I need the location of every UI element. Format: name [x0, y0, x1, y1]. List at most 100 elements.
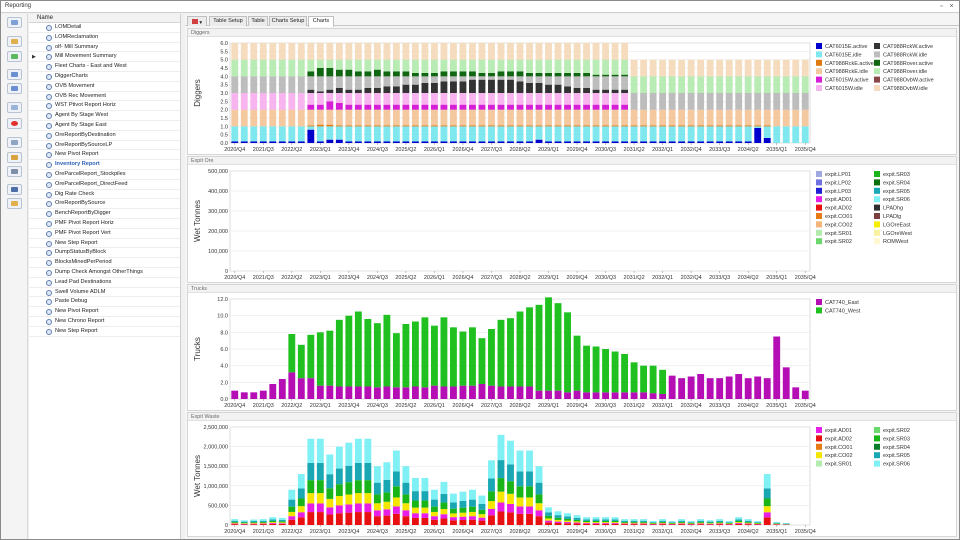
- bar-segment: [592, 517, 600, 520]
- bar-segment: [678, 59, 686, 77]
- tab-table-setup[interactable]: Table Setup: [209, 16, 247, 26]
- bar-segment: [354, 43, 362, 60]
- report-item[interactable]: Dump Check Amongst OtherThings: [29, 268, 180, 278]
- bar-segment: [611, 43, 619, 60]
- tab-charts[interactable]: Charts: [308, 16, 334, 27]
- report-item[interactable]: Fleet Charts - East and West: [29, 62, 180, 72]
- bar-segment: [354, 462, 362, 481]
- report-icon: [46, 93, 52, 100]
- bar-segment: [792, 126, 800, 143]
- report-item[interactable]: Lead Pad Destinations: [29, 278, 180, 288]
- report-item[interactable]: New Chrono Report: [29, 317, 180, 327]
- report-item[interactable]: WST Ptivot Report Horiz: [29, 101, 180, 112]
- bar-segment: [535, 390, 543, 399]
- report-item[interactable]: LOMReclamation: [29, 33, 180, 43]
- bar-segment: [459, 43, 467, 60]
- bar-segment: [459, 520, 467, 525]
- bar-segment: [621, 520, 629, 522]
- bar-segment: [735, 517, 743, 520]
- report-item[interactable]: Paste Debug: [29, 297, 180, 308]
- report-item[interactable]: New Step Report: [29, 239, 180, 249]
- report-item[interactable]: New Pivot Report: [29, 150, 180, 161]
- report-item[interactable]: OreReportByDestination: [29, 131, 180, 141]
- bar-segment: [659, 521, 667, 523]
- bar-segment: [744, 93, 752, 110]
- bar-segment: [335, 513, 343, 525]
- x-tick-label: 2020/Q4: [224, 529, 245, 535]
- bar-segment: [326, 124, 334, 127]
- move-down-button[interactable]: [7, 83, 22, 94]
- report-item[interactable]: Swell Volume ADLM: [29, 288, 180, 298]
- search-button[interactable]: [7, 152, 22, 163]
- y-tick-label: 2,500,000: [204, 425, 228, 431]
- report-item[interactable]: OVB Rec Movement: [29, 92, 180, 102]
- bar-segment: [421, 477, 429, 492]
- report-item[interactable]: New Pivot Report: [29, 307, 180, 317]
- report-item[interactable]: OreReportBySourceLP: [29, 141, 180, 151]
- report-item[interactable]: Agent By Stage East: [29, 121, 180, 131]
- y-tick-label: 3.0: [220, 91, 228, 97]
- report-item[interactable]: OVB Movement: [29, 82, 180, 92]
- report-item-label: OreReportByDestination: [55, 131, 116, 138]
- report-item[interactable]: New Step Report: [29, 327, 180, 337]
- bar-segment: [640, 125, 648, 127]
- export-button[interactable]: [7, 166, 22, 177]
- report-item[interactable]: DiggerCharts: [29, 72, 180, 82]
- legend-swatch: [816, 229, 822, 236]
- bar-segment: [383, 141, 391, 143]
- x-tick-label: 2027/Q3: [481, 403, 502, 409]
- report-item[interactable]: LOMDetail: [29, 23, 180, 33]
- add-report-button[interactable]: [7, 51, 22, 62]
- report-item[interactable]: OreParcelReport_DirectFeed: [29, 180, 180, 190]
- refresh-button[interactable]: [7, 17, 22, 28]
- copy-button[interactable]: [7, 102, 22, 113]
- bar-segment: [345, 43, 353, 60]
- report-item[interactable]: Dig Rate Check: [29, 190, 180, 200]
- close-icon[interactable]: ×: [947, 2, 956, 11]
- bar-segment: [259, 76, 267, 93]
- report-item[interactable]: olf- Mill Summary: [29, 43, 180, 53]
- y-tick-label: 12.0: [217, 297, 228, 303]
- bar-segment: [269, 523, 277, 525]
- report-item[interactable]: Agent By Stage West: [29, 111, 180, 121]
- save-button[interactable]: [7, 184, 22, 195]
- move-up-button[interactable]: [7, 69, 22, 80]
- delete-button[interactable]: [7, 118, 22, 129]
- bar-segment: [782, 126, 790, 143]
- bar-segment: [716, 521, 724, 523]
- bar-segment: [364, 126, 372, 142]
- bar-segment: [782, 523, 790, 524]
- bar-segment: [364, 493, 372, 504]
- bar-segment: [316, 141, 324, 143]
- bar-segment: [250, 519, 258, 522]
- open-folder-button[interactable]: [7, 36, 22, 47]
- bar-segment: [392, 450, 400, 472]
- bar-segment: [526, 126, 533, 142]
- properties-button[interactable]: [7, 137, 22, 148]
- bar-segment: [763, 517, 771, 525]
- bar-segment: [640, 365, 648, 393]
- report-item[interactable]: DumpStatusByBlock: [29, 248, 180, 259]
- bar-segment: [469, 104, 476, 110]
- bar-segment: [488, 93, 495, 105]
- report-item[interactable]: ▶ Mill Movement Summary: [29, 52, 180, 63]
- report-item-label: BlocksMinedPerPeriod: [55, 259, 112, 266]
- tab-charts-setup[interactable]: Charts Setup: [269, 16, 307, 26]
- report-item[interactable]: PMF Pivot Report Vert: [29, 229, 180, 239]
- open-button[interactable]: [7, 198, 22, 209]
- report-item[interactable]: PMF Pivot Report Horiz: [29, 219, 180, 229]
- report-item[interactable]: BenchReportByDigger: [29, 209, 180, 219]
- chart-menu-button[interactable]: ▾: [187, 16, 207, 26]
- report-item[interactable]: OreParcelReport_Stockpiles: [29, 170, 180, 180]
- restore-icon[interactable]: ▫: [937, 2, 946, 11]
- bar-segment: [659, 522, 667, 524]
- bar-segment: [354, 104, 362, 110]
- report-item[interactable]: Inventory Report: [29, 160, 180, 170]
- bar-segment: [345, 76, 353, 90]
- bar-segment: [259, 523, 267, 525]
- report-item[interactable]: OreReportBySource: [29, 199, 180, 210]
- report-item[interactable]: BlocksMinedPerPeriod: [29, 258, 180, 268]
- bar-segment: [678, 519, 686, 521]
- tab-table[interactable]: Table: [248, 16, 268, 26]
- y-tick-label: 200,000: [208, 229, 228, 235]
